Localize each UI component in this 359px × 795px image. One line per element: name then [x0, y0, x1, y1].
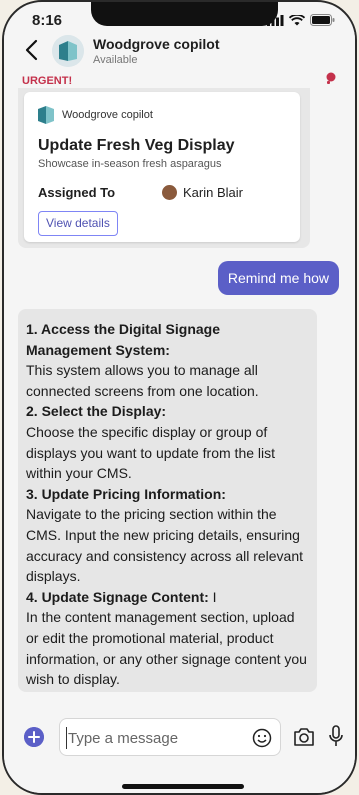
message-composer — [4, 704, 355, 793]
battery-icon — [310, 14, 335, 26]
app-logo-icon — [52, 35, 84, 67]
step-item: 3. Update Pricing Information: Navigate … — [26, 484, 309, 587]
presence-status: Available — [93, 54, 138, 66]
step-title: 3. Update Pricing Information: — [26, 485, 226, 502]
task-card[interactable]: Woodgrove copilot Update Fresh Veg Displ… — [24, 92, 300, 242]
step-title-suffix: I — [208, 588, 217, 605]
assignee-name: Karin Blair — [183, 185, 243, 200]
mic-icon[interactable] — [328, 725, 344, 747]
message-input[interactable] — [68, 725, 248, 751]
step-title: 2. Select the Display: — [26, 403, 167, 420]
card-subtitle: Showcase in-season fresh asparagus — [38, 158, 222, 170]
card-app-name: Woodgrove copilot — [62, 109, 153, 121]
status-bar: 8:16 — [4, 2, 355, 32]
wifi-icon — [289, 14, 305, 25]
card-title: Update Fresh Veg Display — [38, 137, 235, 154]
signal-icon — [267, 14, 284, 26]
plus-icon[interactable] — [24, 727, 44, 747]
step-body: In the content management section, uploa… — [26, 609, 307, 688]
chat-title: Woodgrove copilot — [93, 36, 220, 52]
exclamation-icon — [326, 72, 336, 84]
assigned-to-label: Assigned To — [38, 185, 116, 200]
user-message: Remind me how — [217, 261, 339, 295]
assignee-avatar — [162, 185, 177, 200]
step-item: 4. Update Signage Content: I In the cont… — [26, 587, 309, 690]
phone-frame: 8:16 Woodgrove copilot Available URGENT!… — [2, 0, 357, 795]
avatar[interactable] — [52, 35, 84, 67]
status-icons — [267, 14, 335, 26]
step-item: 2. Select the Display: Choose the specif… — [26, 401, 309, 483]
emoji-icon[interactable] — [252, 728, 272, 748]
step-item: 1. Access the Digital Signage Management… — [26, 319, 309, 401]
view-details-button[interactable]: View details — [38, 211, 118, 236]
back-arrow-icon[interactable] — [22, 38, 44, 62]
step-title: 4. Update Signage Content: — [26, 588, 209, 605]
home-indicator[interactable] — [122, 784, 244, 789]
status-time: 8:16 — [32, 12, 63, 29]
step-body: This system allows you to manage all con… — [26, 362, 259, 399]
message-card-container: Woodgrove copilot Update Fresh Veg Displ… — [18, 88, 310, 248]
bot-message: 1. Access the Digital Signage Management… — [18, 309, 317, 692]
message-input-box[interactable] — [59, 718, 281, 756]
step-body: Navigate to the pricing section within t… — [26, 506, 304, 585]
camera-icon[interactable] — [293, 727, 315, 747]
urgent-label: URGENT! — [22, 75, 73, 87]
chat-header: Woodgrove copilot Available — [4, 32, 355, 72]
app-logo-icon — [38, 106, 54, 124]
text-caret — [66, 727, 67, 749]
step-body: Choose the specific display or group of … — [26, 423, 276, 482]
step-title: 1. Access the Digital Signage Management… — [26, 321, 220, 358]
